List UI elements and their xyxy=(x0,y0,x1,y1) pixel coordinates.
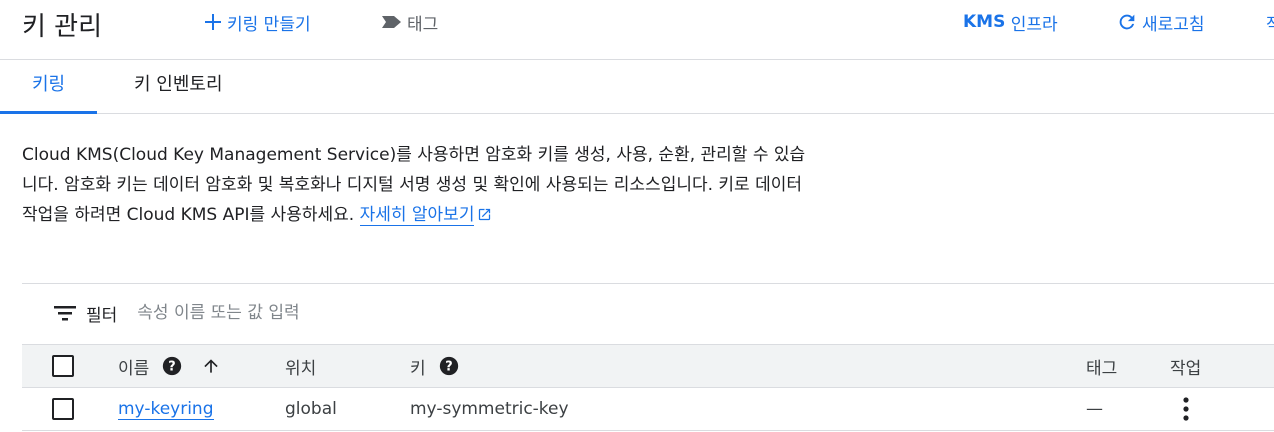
sort-ascending-icon[interactable] xyxy=(201,356,221,376)
keyring-key: my-symmetric-key xyxy=(410,399,569,419)
keyring-name-link[interactable]: my-keyring xyxy=(118,399,214,420)
refresh-icon xyxy=(1116,11,1138,33)
filter-icon[interactable] xyxy=(54,305,76,321)
column-name-label: 이름 xyxy=(118,358,150,379)
learn-more-label: 자세히 알아보기 xyxy=(359,205,475,225)
column-header-tags: 태그 xyxy=(1086,358,1118,379)
plus-icon xyxy=(203,12,223,32)
keyring-location: global xyxy=(285,399,337,419)
tags-label: 태그 xyxy=(407,14,439,35)
filter-divider xyxy=(22,283,1274,284)
tab-bar: 키링 키 인벤토리 xyxy=(0,60,1274,114)
learn-more-link[interactable]: 자세히 알아보기 xyxy=(359,205,475,226)
tags-button[interactable]: 태그 xyxy=(381,10,439,35)
create-keyring-label: 키링 만들기 xyxy=(227,14,311,35)
table-header: 이름 ? 위치 키 ? 태그 작업 xyxy=(22,344,1274,388)
overflow-action-button[interactable]: 작 xyxy=(1266,10,1274,35)
kms-infrastructure-label: 인프라 xyxy=(1005,14,1058,35)
keyring-tags: — xyxy=(1086,399,1103,419)
column-header-actions: 작업 xyxy=(1170,358,1202,379)
tag-icon xyxy=(381,13,403,31)
refresh-label: 새로고침 xyxy=(1142,14,1205,35)
key-management-page: 키 관리 키링 만들기 태그 KMS 인프라 새로고침 작 키링 키 인벤토리 … xyxy=(0,0,1274,432)
row-actions-cell xyxy=(1178,388,1194,430)
row-select-cell xyxy=(52,388,74,430)
kms-infrastructure-bold: KMS xyxy=(963,12,1006,32)
column-header-location: 위치 xyxy=(285,358,317,379)
help-icon[interactable]: ? xyxy=(438,355,460,377)
filter-bar: 필터 xyxy=(22,290,1274,336)
more-vert-icon[interactable] xyxy=(1178,396,1194,422)
select-all-cell xyxy=(52,345,74,387)
refresh-button[interactable]: 새로고침 xyxy=(1116,10,1205,35)
tab-key-inventory[interactable]: 키 인벤토리 xyxy=(134,60,223,114)
table-row: my-keyring global my-symmetric-key — xyxy=(22,388,1274,431)
page-header: 키 관리 키링 만들기 태그 KMS 인프라 새로고침 작 xyxy=(0,0,1274,60)
row-checkbox[interactable] xyxy=(52,398,74,420)
svg-text:?: ? xyxy=(445,360,452,375)
kms-infrastructure-button[interactable]: KMS 인프라 xyxy=(963,10,1058,35)
help-icon[interactable]: ? xyxy=(161,355,183,377)
tab-keyrings[interactable]: 키링 xyxy=(0,60,97,114)
open-in-new-icon xyxy=(477,202,492,232)
column-key-label: 키 xyxy=(410,358,426,379)
keyring-name-cell: my-keyring xyxy=(118,388,214,430)
svg-text:?: ? xyxy=(169,360,176,375)
filter-label: 필터 xyxy=(86,305,118,326)
filter-input[interactable] xyxy=(137,303,738,323)
column-header-name[interactable]: 이름 ? xyxy=(118,345,221,387)
column-header-key: 키 ? xyxy=(410,345,460,387)
description: Cloud KMS(Cloud Key Management Service)를… xyxy=(22,140,812,232)
select-all-checkbox[interactable] xyxy=(52,355,74,377)
create-keyring-button[interactable]: 키링 만들기 xyxy=(203,10,311,35)
page-title: 키 관리 xyxy=(22,12,103,42)
